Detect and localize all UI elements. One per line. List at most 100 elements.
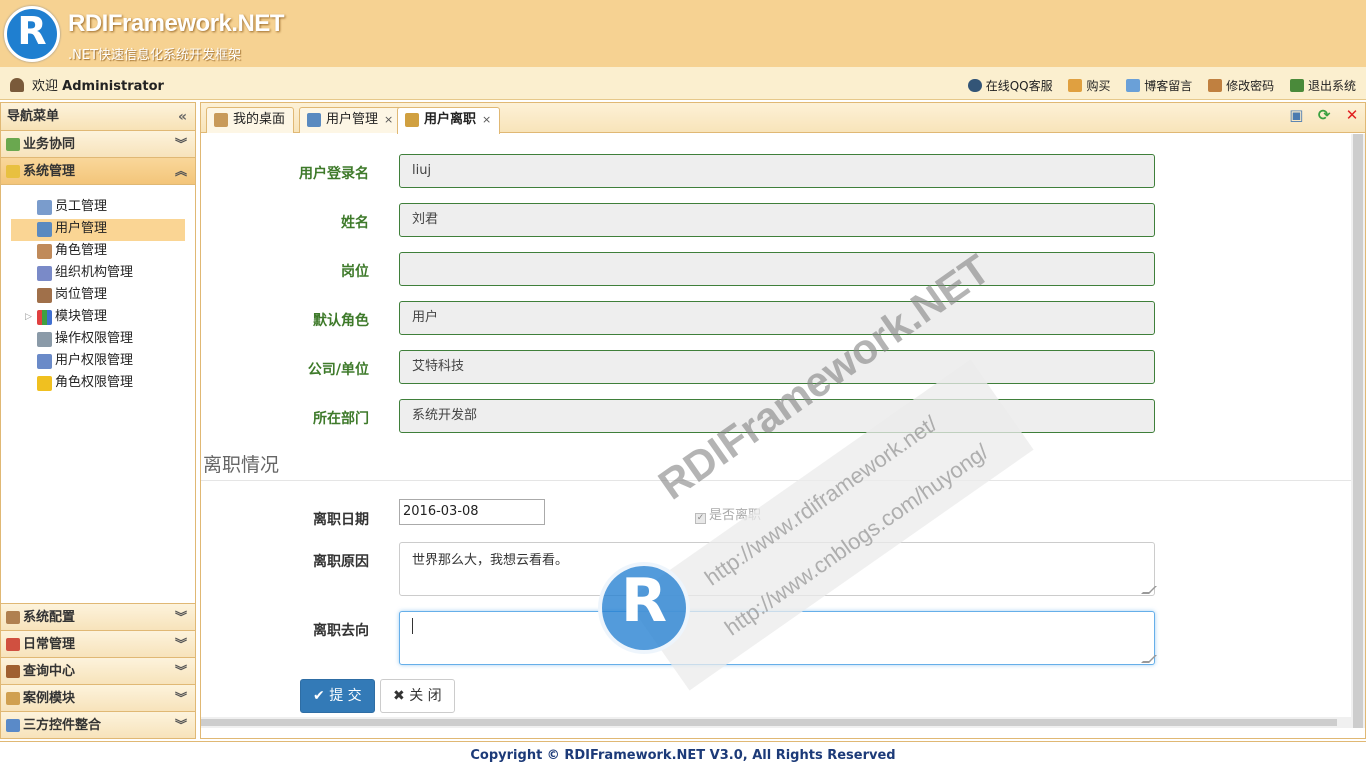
logo: R: [4, 6, 60, 62]
name-label: 姓名: [341, 215, 369, 231]
leave-date-input[interactable]: 2016-03-08: [399, 499, 545, 525]
expand-arrow-icon[interactable]: ▷: [25, 307, 32, 327]
book-icon: [6, 665, 20, 678]
section-divider: [201, 480, 1351, 481]
org-icon: [37, 266, 52, 281]
user-leave-icon: [405, 113, 419, 127]
welcome-text: 欢迎 Administrator: [10, 75, 164, 94]
horizontal-scrollbar[interactable]: [201, 717, 1351, 728]
leave-reason-textarea[interactable]: 世界那么大，我想云看看。: [399, 542, 1157, 596]
cart-icon: [1068, 79, 1083, 92]
submit-button[interactable]: ✔ 提 交: [300, 679, 375, 713]
section-business-collab[interactable]: 业务协同 ︾: [1, 131, 195, 158]
qq-service-link[interactable]: 在线QQ客服: [967, 77, 1053, 94]
user-icon: [37, 222, 52, 237]
collapse-sidebar-icon[interactable]: «: [178, 103, 187, 131]
admin-user-icon: [10, 78, 24, 92]
tree-item-operation-permission[interactable]: 操作权限管理: [11, 329, 185, 351]
is-leave-label: 是否离职: [709, 508, 762, 523]
section-case-module[interactable]: 案例模块 ︾: [1, 684, 195, 711]
user-icon: [307, 113, 321, 127]
calendar-icon: [6, 638, 20, 651]
horizontal-scroll-thumb[interactable]: [201, 719, 1337, 726]
blog-message-link[interactable]: 博客留言: [1126, 77, 1192, 94]
leave-section-title: 离职情况: [203, 454, 280, 476]
tab-user-management[interactable]: 用户管理 ×: [299, 107, 403, 133]
close-all-icon[interactable]: ✕: [1343, 106, 1361, 124]
vertical-scrollbar[interactable]: [1351, 134, 1365, 728]
chevron-down-icon: ︾: [174, 637, 187, 651]
sidebar-title: 导航菜单: [7, 109, 60, 124]
tree-item-org[interactable]: 组织机构管理: [11, 263, 185, 285]
fullscreen-icon[interactable]: ▣: [1287, 106, 1305, 124]
vertical-scroll-thumb[interactable]: [1353, 134, 1363, 728]
mail-icon: [1126, 79, 1141, 92]
company-label: 公司/单位: [307, 362, 369, 378]
tree-item-user-permission[interactable]: 用户权限管理: [11, 351, 185, 373]
post-icon: [37, 288, 52, 303]
chevron-down-icon: ︾: [174, 664, 187, 678]
exit-icon: [1289, 79, 1304, 92]
box-icon: [6, 692, 20, 705]
tree-item-role[interactable]: 角色管理: [11, 241, 185, 263]
resize-grip-icon[interactable]: [1141, 655, 1157, 663]
close-icon: ✖: [393, 688, 405, 704]
buy-link[interactable]: 购买: [1068, 77, 1110, 94]
chevron-down-icon: ︾: [174, 691, 187, 705]
current-user: Administrator: [62, 79, 164, 94]
navigation-sidebar: 导航菜单 « 业务协同 ︾ 系统管理 ︽ 员工管理 用户管理 角色管理 组织机构…: [0, 102, 196, 739]
top-links: 在线QQ客服 购买 博客留言 修改密码 退出系统: [956, 77, 1356, 94]
section-daily-management[interactable]: 日常管理 ︾: [1, 630, 195, 657]
role-icon: [37, 244, 52, 259]
home-icon: [214, 113, 228, 127]
leave-destination-label: 离职去向: [313, 623, 369, 639]
section-system-management[interactable]: 系统管理 ︽: [1, 158, 195, 185]
qq-icon: [967, 79, 982, 92]
department-field: 系统开发部: [399, 399, 1155, 433]
chevron-up-icon: ︽: [174, 164, 187, 178]
login-name-label: 用户登录名: [299, 166, 369, 182]
text-caret: [412, 618, 413, 634]
leave-reason-label: 离职原因: [313, 554, 369, 570]
close-tab-icon[interactable]: ×: [482, 113, 491, 126]
tree-item-post[interactable]: 岗位管理: [11, 285, 185, 307]
tree-item-employee[interactable]: 员工管理: [11, 197, 185, 219]
tree-item-role-permission[interactable]: 角色权限管理: [11, 373, 185, 395]
company-field: 艾特科技: [399, 350, 1155, 384]
tree-item-module[interactable]: ▷ 模块管理: [11, 307, 185, 329]
leave-destination-textarea[interactable]: [399, 611, 1157, 665]
tab-user-leave[interactable]: 用户离职 ×: [397, 107, 501, 134]
tab-my-desktop[interactable]: 我的桌面: [206, 107, 295, 133]
tab-bar: 我的桌面 用户管理 × 用户离职 × ▣ ⟳ ✕: [201, 103, 1365, 134]
logout-link[interactable]: 退出系统: [1289, 77, 1356, 94]
change-password-link[interactable]: 修改密码: [1208, 77, 1274, 94]
chevron-down-icon: ︾: [174, 610, 187, 624]
wrench-icon: [6, 611, 20, 624]
close-tab-icon[interactable]: ×: [384, 113, 393, 126]
default-role-label: 默认角色: [313, 313, 369, 329]
checkbox-check-icon: ✓: [695, 513, 706, 524]
refresh-icon[interactable]: ⟳: [1315, 106, 1333, 124]
sidebar-header: 导航菜单 «: [1, 103, 195, 131]
section-query-center[interactable]: 查询中心 ︾: [1, 657, 195, 684]
tree-item-user[interactable]: 用户管理: [11, 219, 185, 241]
employee-icon: [37, 200, 52, 215]
flow-icon: [6, 138, 20, 151]
leave-date-label: 离职日期: [313, 512, 369, 528]
check-icon: ✔: [313, 688, 325, 704]
name-field: 刘君: [399, 203, 1155, 237]
resize-grip-icon[interactable]: [1141, 586, 1157, 594]
chevron-down-icon: ︾: [174, 137, 187, 151]
is-leave-checkbox: ✓ 是否离职: [695, 504, 761, 524]
user-permission-icon: [37, 354, 52, 369]
section-third-party[interactable]: 三方控件整合 ︾: [1, 711, 195, 738]
key-icon: [1208, 79, 1223, 92]
user-leave-form: 用户登录名 liuj 姓名 刘君 岗位 默认角色 用户 公司/单位 艾特科技 所…: [201, 134, 1351, 728]
section-system-config[interactable]: 系统配置 ︾: [1, 603, 195, 630]
post-label: 岗位: [341, 264, 369, 280]
sidebar-bottom-sections: 系统配置 ︾ 日常管理 ︾ 查询中心 ︾ 案例模块 ︾ 三方控件整合 ︾: [1, 603, 195, 738]
close-button[interactable]: ✖ 关 闭: [380, 679, 455, 713]
footer-copyright: Copyright © RDIFramework.NET V3.0, All R…: [0, 741, 1366, 768]
gears-icon: [6, 719, 20, 732]
permission-icon: [37, 332, 52, 347]
